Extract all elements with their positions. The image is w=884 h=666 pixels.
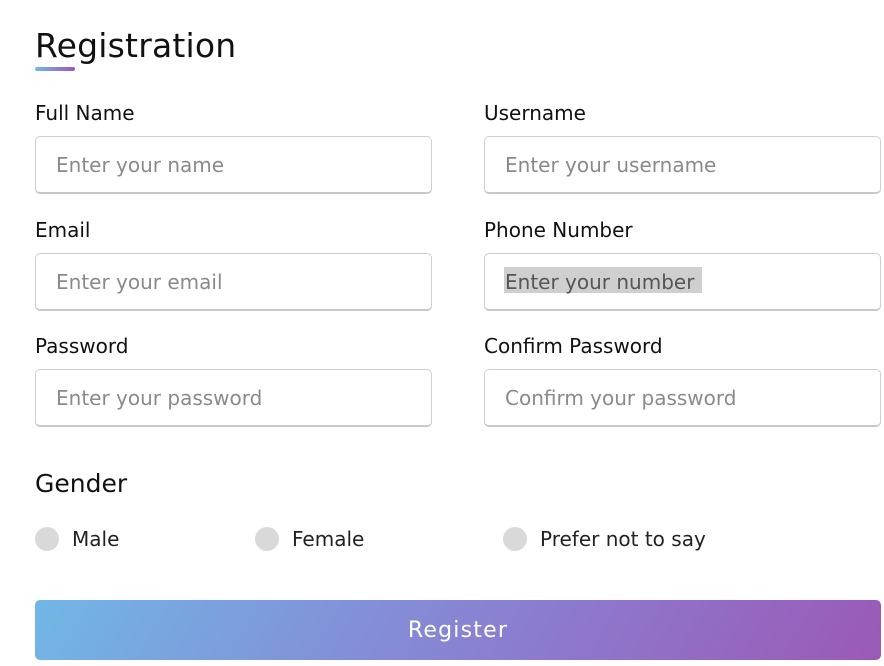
confirm-password-group: Confirm Password: [484, 333, 881, 427]
gender-option-label: Male: [72, 527, 120, 551]
gender-title: Gender: [35, 469, 128, 498]
full-name-label: Full Name: [35, 101, 135, 125]
phone-number-label: Phone Number: [484, 218, 633, 242]
password-label: Password: [35, 334, 129, 358]
username-group: Username: [484, 100, 881, 194]
radio-button-icon[interactable]: [35, 527, 59, 551]
gender-option-female[interactable]: Female: [255, 524, 364, 554]
title-underline: [35, 67, 75, 71]
register-button[interactable]: Register: [35, 600, 881, 660]
registration-page: Registration Full Name Username Email Ph…: [0, 0, 884, 666]
radio-button-icon[interactable]: [255, 527, 279, 551]
phone-number-group: Phone Number: [484, 217, 881, 311]
full-name-group: Full Name: [35, 100, 432, 194]
confirm-password-label: Confirm Password: [484, 334, 663, 358]
password-input[interactable]: [35, 369, 432, 427]
form-title: Registration: [35, 26, 237, 65]
full-name-input[interactable]: [35, 136, 432, 194]
username-input[interactable]: [484, 136, 881, 194]
phone-number-input[interactable]: [484, 253, 881, 311]
radio-button-icon[interactable]: [503, 527, 527, 551]
gender-option-label: Female: [292, 527, 365, 551]
email-input[interactable]: [35, 253, 432, 311]
username-label: Username: [484, 101, 586, 125]
gender-option-label: Prefer not to say: [540, 527, 706, 551]
confirm-password-input[interactable]: [484, 369, 881, 427]
email-group: Email: [35, 217, 432, 311]
gender-option-prefer-not-to-say[interactable]: Prefer not to say: [503, 524, 706, 554]
email-label: Email: [35, 218, 91, 242]
password-group: Password: [35, 333, 432, 427]
gender-option-male[interactable]: Male: [35, 524, 119, 554]
